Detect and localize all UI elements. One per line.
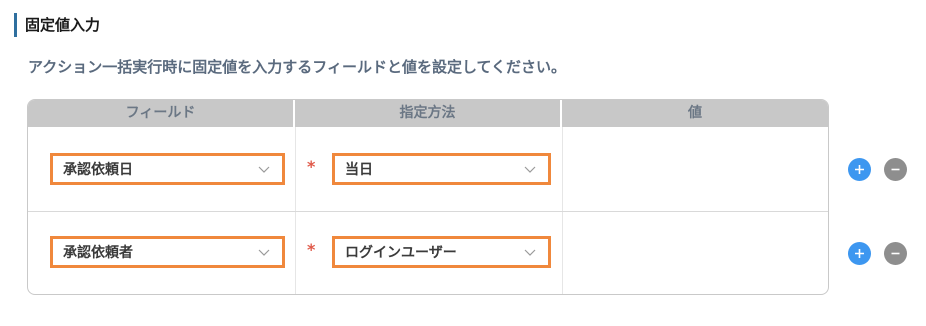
- column-header-method: 指定方法: [295, 100, 562, 127]
- table-header: フィールド 指定方法 値: [28, 100, 828, 127]
- required-mark: *: [307, 157, 316, 176]
- field-select-value: 承認依頼者: [63, 245, 133, 261]
- remove-row-button[interactable]: [884, 242, 907, 265]
- method-select-value: 当日: [345, 162, 373, 178]
- remove-row-button[interactable]: [884, 158, 907, 181]
- method-select[interactable]: 当日: [332, 153, 551, 185]
- column-header-value: 値: [562, 100, 828, 127]
- fixed-value-table: フィールド 指定方法 値 承認依頼日 * 当日 承認依頼者 * ログインユーザー: [27, 99, 829, 295]
- chevron-down-icon: [524, 166, 536, 173]
- required-mark: *: [307, 240, 316, 259]
- minus-icon: [891, 252, 900, 255]
- section-title: 固定値入力: [14, 13, 100, 37]
- field-select[interactable]: 承認依頼日: [50, 153, 285, 185]
- field-select-value: 承認依頼日: [63, 162, 133, 178]
- chevron-down-icon: [524, 249, 536, 256]
- add-row-button[interactable]: [848, 242, 871, 265]
- method-select[interactable]: ログインユーザー: [332, 236, 551, 268]
- plus-icon: [855, 249, 864, 258]
- fixed-value-page: 固定値入力 アクション一括実行時に固定値を入力するフィールドと値を設定してくださ…: [0, 0, 926, 326]
- table-row: 承認依頼日 * 当日: [28, 127, 828, 211]
- section-description: アクション一括実行時に固定値を入力するフィールドと値を設定してください。: [28, 58, 567, 76]
- plus-icon: [855, 165, 864, 174]
- field-select[interactable]: 承認依頼者: [50, 236, 285, 268]
- minus-icon: [891, 168, 900, 171]
- column-header-field: フィールド: [28, 100, 295, 127]
- method-select-value: ログインユーザー: [345, 245, 457, 261]
- chevron-down-icon: [258, 249, 270, 256]
- add-row-button[interactable]: [848, 158, 871, 181]
- table-row: 承認依頼者 * ログインユーザー: [28, 212, 828, 294]
- chevron-down-icon: [258, 166, 270, 173]
